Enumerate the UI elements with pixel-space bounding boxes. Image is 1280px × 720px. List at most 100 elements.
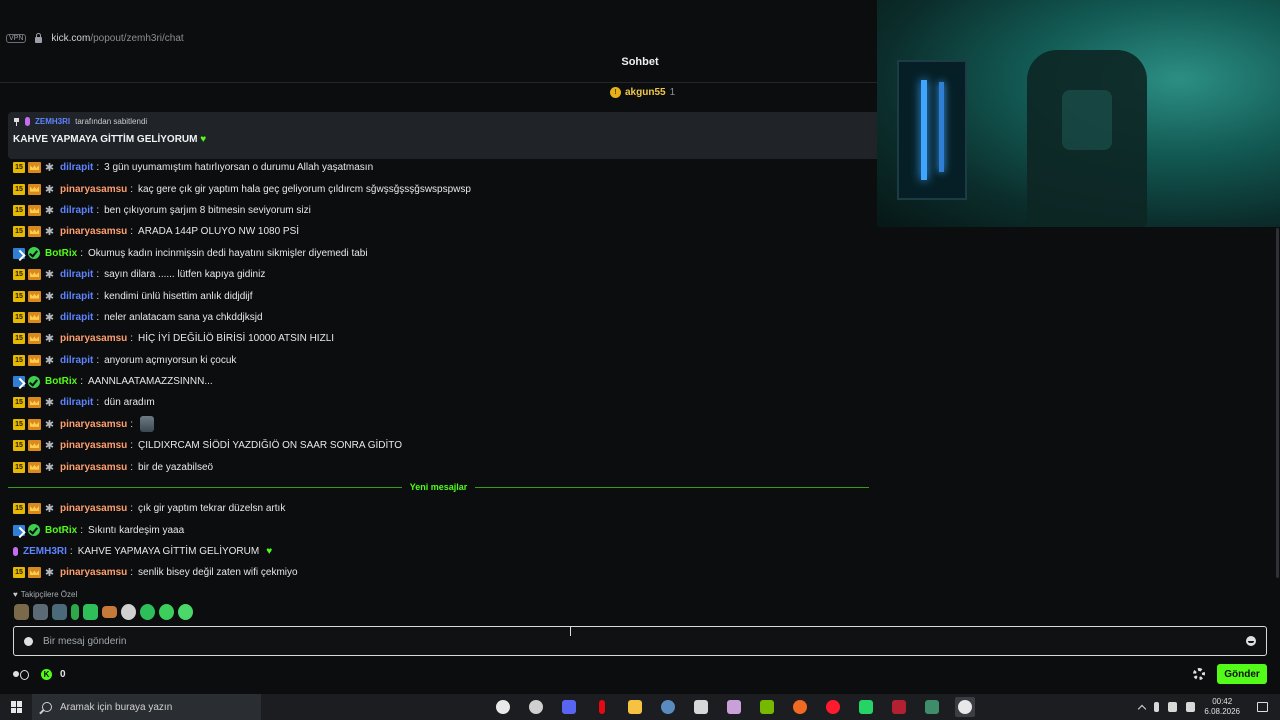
steam-app-icon[interactable] <box>658 697 678 717</box>
chat-message: 15 ✱ pinaryasamsu: HİÇ İYİ DEĞİLİÖ BİRİSİ 1… <box>13 328 873 349</box>
chat-username[interactable]: pinaryasamsu <box>60 462 127 473</box>
steelseries-app-icon[interactable] <box>493 697 513 717</box>
chat-message-text: neler anlatacam sana ya chkddjksjd <box>104 311 263 323</box>
game-launcher-icon[interactable] <box>922 697 942 717</box>
chat-username[interactable]: pinaryasamsu <box>60 503 127 514</box>
epic-games-app-icon[interactable] <box>691 697 711 717</box>
chat-username[interactable]: pinaryasamsu <box>60 440 127 451</box>
channel-points[interactable]: K 0 <box>41 668 66 680</box>
taskbar-clock[interactable]: 00:42 6.08.2026 <box>1204 697 1240 717</box>
username-colon: : <box>130 440 134 452</box>
emote-icon[interactable] <box>102 606 117 618</box>
chat-username[interactable]: dilrapit <box>60 205 93 216</box>
pinned-message[interactable]: ZEMH3RI tarafından sabitlendi KAHVE YAPM… <box>8 112 877 159</box>
opera-browser-icon[interactable] <box>823 697 843 717</box>
package-app-icon[interactable] <box>724 697 744 717</box>
chat-username[interactable]: pinaryasamsu <box>60 567 127 578</box>
gifter-badge-icon: ✱ <box>44 567 55 580</box>
chat-message: 15 ✱ dilrapit: ben çıkıyorum şarjım 8 bitme… <box>13 200 873 221</box>
top-gifter[interactable]: ! akgun55 1 <box>610 87 675 98</box>
chat-username[interactable]: dilrapit <box>60 312 93 323</box>
emoji-picker-icon[interactable] <box>1246 636 1256 646</box>
emote-icon[interactable] <box>52 604 67 620</box>
chat-username[interactable]: ZEMH3RI <box>23 546 67 557</box>
chat-identity-icon[interactable] <box>24 636 33 646</box>
vpn-badge[interactable]: VPN <box>6 33 27 43</box>
chatters-icon[interactable] <box>13 669 29 680</box>
chat-message-text: HİÇ İYİ DEĞİLİÖ BİRİSİ 10000 ATSIN HIZLI <box>138 333 335 345</box>
send-button[interactable]: Gönder <box>1217 664 1267 684</box>
lock-icon <box>34 33 43 43</box>
clock-date: 6.08.2026 <box>1204 707 1240 716</box>
chat-message: 15 ✱ dilrapit: dün aradım <box>13 392 873 413</box>
crown-badge-icon <box>28 226 41 238</box>
valorant-app-icon[interactable] <box>889 697 909 717</box>
microphone-icon[interactable] <box>1154 702 1160 712</box>
chat-username[interactable]: pinaryasamsu <box>60 226 127 237</box>
pinned-by-user[interactable]: ZEMH3RI <box>35 117 70 126</box>
chat-message-text: KAHVE YAPMAYA GİTTİM GELİYORUM <box>77 545 260 557</box>
crown-badge-icon <box>28 567 41 579</box>
system-tray: 00:42 6.08.2026 <box>1138 694 1268 720</box>
flash-app-icon[interactable] <box>790 697 810 717</box>
chat-username[interactable]: pinaryasamsu <box>60 184 127 195</box>
emote-icon[interactable] <box>14 604 29 620</box>
chat-message: BotRix: Sıkıntı kardeşim yaaa <box>13 519 873 540</box>
nvidia-app-icon[interactable] <box>757 697 777 717</box>
gifter-badge-icon: ✱ <box>44 204 55 217</box>
whatsapp-app-icon[interactable] <box>856 697 876 717</box>
tray-expand-icon[interactable] <box>1138 704 1147 713</box>
obs-app-icon[interactable] <box>955 697 975 717</box>
chat-username[interactable]: BotRix <box>45 248 77 259</box>
windows-start-icon[interactable] <box>11 701 23 713</box>
chat-username[interactable]: dilrapit <box>60 162 93 173</box>
address-bar[interactable]: VPN kick.com/popout/zemh3ri/chat <box>0 26 877 50</box>
chat-username[interactable]: BotRix <box>45 376 77 387</box>
gifter-badge-icon: ✱ <box>44 440 55 453</box>
chat-username[interactable]: dilrapit <box>60 269 93 280</box>
crown-badge-icon <box>28 183 41 195</box>
emote-icon[interactable] <box>33 604 48 620</box>
chat-username[interactable]: dilrapit <box>60 355 93 366</box>
chat-message: 15 ✱ dilrapit:3 gün uyumamıştım hatırlıyor… <box>13 157 873 178</box>
emote-icon[interactable] <box>159 604 174 620</box>
top-gifter-count: 1 <box>669 87 676 98</box>
chat-username[interactable]: pinaryasamsu <box>60 333 127 344</box>
gear-icon[interactable] <box>1193 668 1205 680</box>
pin-icon <box>13 117 20 126</box>
emote-icon[interactable] <box>178 604 193 620</box>
chat-message: ZEMH3RI: KAHVE YAPMAYA GİTTİM GELİYORUM ♥ <box>13 541 873 562</box>
message-input[interactable] <box>43 635 1236 647</box>
new-messages-label: Yeni mesajlar <box>409 482 468 492</box>
chat-message: 15 ✱ pinaryasamsu: senlik bisey değil zaten… <box>13 562 873 583</box>
message-input-box[interactable] <box>13 626 1267 656</box>
subscriber-badge-icon: 15 <box>13 226 25 238</box>
chat-emote-icon[interactable] <box>140 416 155 433</box>
volume-icon[interactable] <box>1186 702 1196 712</box>
chat-message: 15 ✱ dilrapit: anyorum açmıyorsun ki çocuk <box>13 350 873 371</box>
chat-message: 15 ✱ dilrapit: sayın dilara ...... lütfen k… <box>13 264 873 285</box>
chat-messages: 15 ✱ dilrapit:3 gün uyumamıştım hatırlıyor… <box>13 157 873 478</box>
chat-username[interactable]: dilrapit <box>60 397 93 408</box>
chat-username[interactable]: pinaryasamsu <box>60 419 127 430</box>
chat-username[interactable]: BotRix <box>45 525 77 536</box>
username-colon: : <box>96 311 100 323</box>
emote-icon[interactable] <box>71 604 79 620</box>
username-colon: : <box>130 333 134 345</box>
chat-scrollbar[interactable] <box>1276 228 1279 578</box>
chat-message-text: AANNLAATAMAZZSINNN... <box>88 376 213 388</box>
crown-badge-icon <box>28 440 41 452</box>
emote-icon[interactable] <box>140 604 155 620</box>
chat-username[interactable]: dilrapit <box>60 291 93 302</box>
discord-app-icon[interactable] <box>559 697 579 717</box>
emote-icon[interactable] <box>121 604 136 620</box>
settings-app-icon[interactable] <box>526 697 546 717</box>
netflix-app-icon[interactable] <box>592 697 612 717</box>
file-explorer-icon[interactable] <box>625 697 645 717</box>
username-colon: : <box>96 204 100 216</box>
url-host: kick.com <box>51 32 91 44</box>
emote-icon[interactable] <box>83 604 98 620</box>
taskbar-search[interactable]: Aramak için buraya yazın <box>32 694 261 720</box>
network-icon[interactable] <box>1168 702 1178 712</box>
notification-center-icon[interactable] <box>1257 702 1268 712</box>
